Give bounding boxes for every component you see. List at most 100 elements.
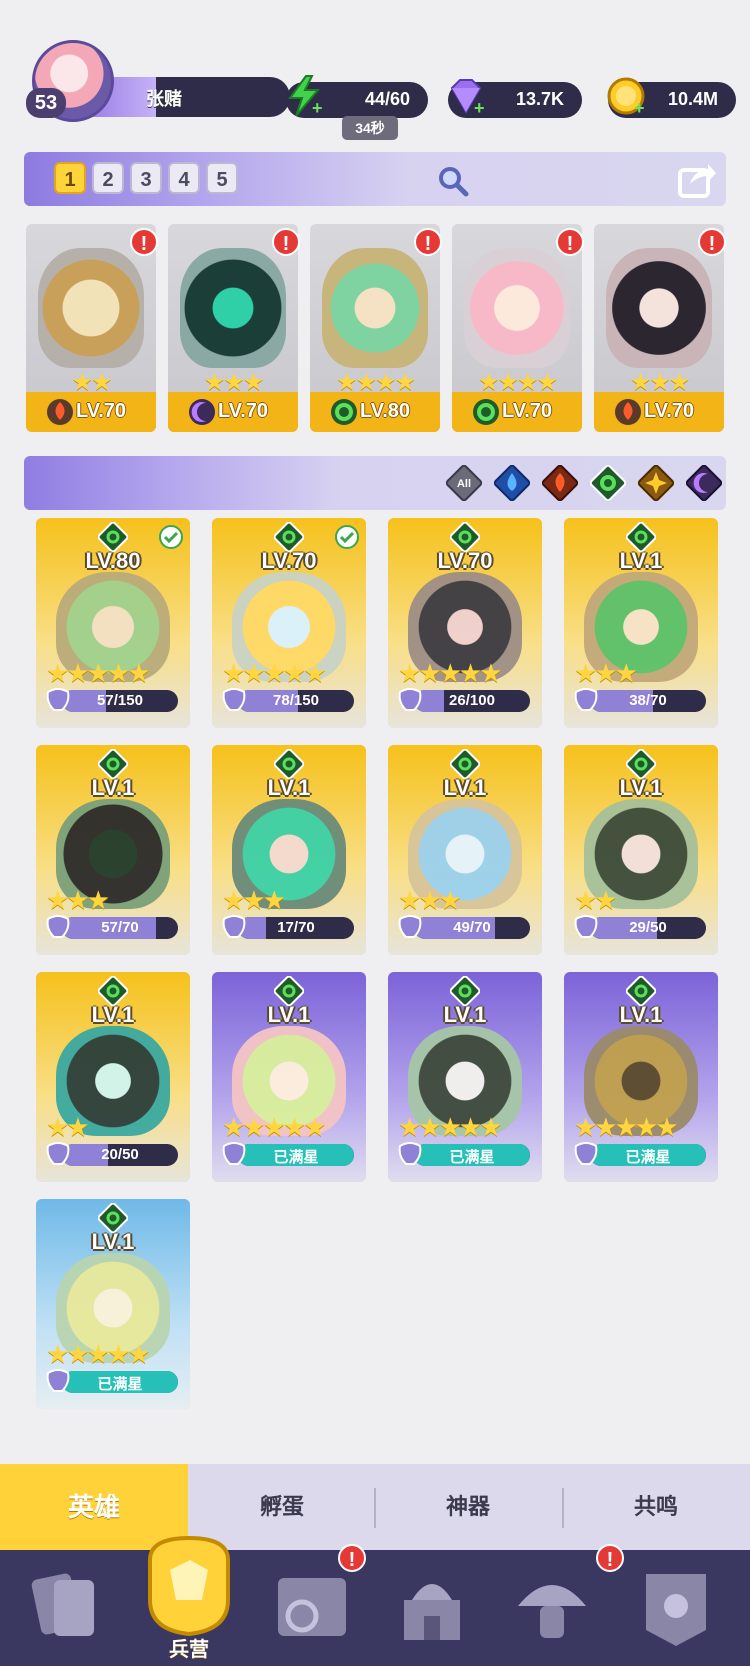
hero-card[interactable]: LV.1 ★★★ 38/70	[564, 518, 718, 728]
hero-portrait	[180, 248, 286, 368]
alert-icon: !	[596, 1544, 624, 1572]
shard-progress-bar: 38/70	[590, 690, 706, 712]
hero-level: LV.1	[267, 1002, 311, 1027]
shard-icon	[46, 688, 70, 711]
tab-artifacts[interactable]: 神器	[374, 1464, 562, 1550]
share-icon[interactable]	[676, 158, 718, 200]
hero-level: LV.70	[261, 548, 317, 573]
alert-icon: !	[556, 228, 584, 256]
shard-icon	[398, 688, 422, 711]
hero-card[interactable]: LV.1 ★★★ 17/70	[212, 745, 366, 955]
dark-filter-icon[interactable]	[686, 465, 722, 501]
shard-icon	[574, 1142, 598, 1165]
shard-progress-bar: 已满星	[238, 1144, 354, 1166]
dark-element-icon	[189, 399, 215, 425]
team-tab-3[interactable]: 3	[130, 162, 162, 194]
shard-progress-text: 38/70	[629, 692, 667, 709]
shard-progress-text: 57/70	[101, 919, 139, 936]
player-name: 张赌	[146, 89, 182, 109]
shard-progress-text: 已满星	[97, 1376, 143, 1393]
shard-progress-bar: 57/70	[62, 917, 178, 939]
hero-card[interactable]: LV.1 ★★★★★ 已满星	[36, 1199, 190, 1409]
team-slot-3[interactable]: ★★★★ LV.80	[310, 224, 440, 432]
cards-icon[interactable]	[14, 1560, 114, 1656]
hero-card[interactable]: LV.1 ★★★★★ 已满星	[388, 972, 542, 1182]
hero-card[interactable]: LV.70 ★★★★★ 26/100	[388, 518, 542, 728]
hero-card[interactable]: LV.1 ★★ 29/50	[564, 745, 718, 955]
hero-portrait	[606, 248, 712, 368]
team-tab-1[interactable]: 1	[54, 162, 86, 194]
add-coins-icon[interactable]: +	[634, 98, 645, 119]
add-gems-icon[interactable]: +	[474, 98, 485, 119]
castle-icon[interactable]	[382, 1560, 482, 1656]
shard-progress-bar: 57/150	[62, 690, 178, 712]
hero-level: LV.80	[85, 548, 141, 573]
coin-resource[interactable]: + 10.4M	[607, 77, 736, 119]
shard-progress-bar: 78/150	[238, 690, 354, 712]
mushroom-icon[interactable]	[502, 1560, 602, 1656]
shard-icon	[222, 1142, 246, 1165]
gem-resource[interactable]: + 13.7K	[448, 79, 582, 119]
add-energy-icon[interactable]: +	[312, 98, 323, 119]
hero-card[interactable]: LV.1 ★★★★★ 已满星	[564, 972, 718, 1182]
coins-value: 10.4M	[667, 89, 718, 109]
hero-card[interactable]: LV.70 ★★★★★ 78/150	[212, 518, 366, 728]
hero-card[interactable]: LV.1 ★★★ 57/70	[36, 745, 190, 955]
team-slot-4[interactable]: ★★★★ LV.70	[452, 224, 582, 432]
player-profile[interactable]: 张赌 53	[26, 40, 290, 122]
player-name-plate: 张赌	[86, 77, 290, 117]
hero-level: LV.70	[644, 400, 695, 422]
team-slot-1[interactable]: ★★ LV.70	[26, 224, 156, 432]
energy-resource[interactable]: + 44/60	[286, 75, 428, 119]
shard-icon	[574, 915, 598, 938]
shard-icon	[574, 688, 598, 711]
fire-filter-icon[interactable]	[542, 465, 578, 501]
shard-progress-bar: 已满星	[414, 1144, 530, 1166]
gems-value: 13.7K	[515, 89, 564, 109]
shard-progress-bar: 17/70	[238, 917, 354, 939]
level-bar: LV.70	[452, 392, 582, 432]
shard-progress-bar: 49/70	[414, 917, 530, 939]
hero-card[interactable]: LV.1 ★★★ 49/70	[388, 745, 542, 955]
hero-level: LV.1	[619, 775, 663, 800]
filter-all-icon[interactable]: All	[446, 465, 482, 501]
shard-icon	[46, 1369, 70, 1392]
team-tab-4[interactable]: 4	[168, 162, 200, 194]
hero-level: LV.80	[360, 400, 411, 422]
alert-icon: !	[338, 1544, 366, 1572]
hero-card[interactable]: LV.1 ★★★★★ 已满星	[212, 972, 366, 1182]
hero-level: LV.1	[443, 775, 487, 800]
water-filter-icon[interactable]	[494, 465, 530, 501]
tab-resonance[interactable]: 共鸣	[562, 1464, 750, 1550]
map-icon[interactable]	[262, 1560, 362, 1656]
svg-text:All: All	[457, 478, 471, 490]
shard-progress-text: 17/70	[277, 919, 315, 936]
team-slot-5[interactable]: ★★★ LV.70	[594, 224, 724, 432]
element-filter-bar: All	[24, 456, 726, 510]
guild-banner-icon[interactable]	[626, 1560, 726, 1656]
search-icon[interactable]	[436, 164, 470, 198]
energy-value: 44/60	[364, 89, 410, 109]
alert-icon: !	[414, 228, 442, 256]
shard-progress-text: 26/100	[449, 692, 495, 709]
team-selector-bar: 1 2 3 4 5	[24, 152, 726, 206]
alert-icon: !	[130, 228, 158, 256]
wind-element-icon	[473, 399, 499, 425]
hero-level: LV.1	[91, 775, 135, 800]
hero-level: LV.1	[619, 1002, 663, 1027]
team-tab-2[interactable]: 2	[92, 162, 124, 194]
hero-portrait	[322, 248, 428, 368]
hero-level: LV.1	[443, 1002, 487, 1027]
wind-filter-icon[interactable]	[590, 465, 626, 501]
hero-portrait	[38, 248, 144, 368]
shard-progress-text: 已满星	[449, 1149, 495, 1166]
nav-barracks[interactable]: 兵营	[130, 1530, 248, 1666]
team-tab-5[interactable]: 5	[206, 162, 238, 194]
shard-icon	[398, 915, 422, 938]
team-slot-2[interactable]: ★★★ LV.70	[168, 224, 298, 432]
hero-level: LV.70	[502, 400, 553, 422]
light-filter-icon[interactable]	[638, 465, 674, 501]
hero-card[interactable]: LV.1 ★★ 20/50	[36, 972, 190, 1182]
hero-card[interactable]: LV.80 ★★★★★ 57/150	[36, 518, 190, 728]
fire-element-icon	[615, 399, 641, 425]
